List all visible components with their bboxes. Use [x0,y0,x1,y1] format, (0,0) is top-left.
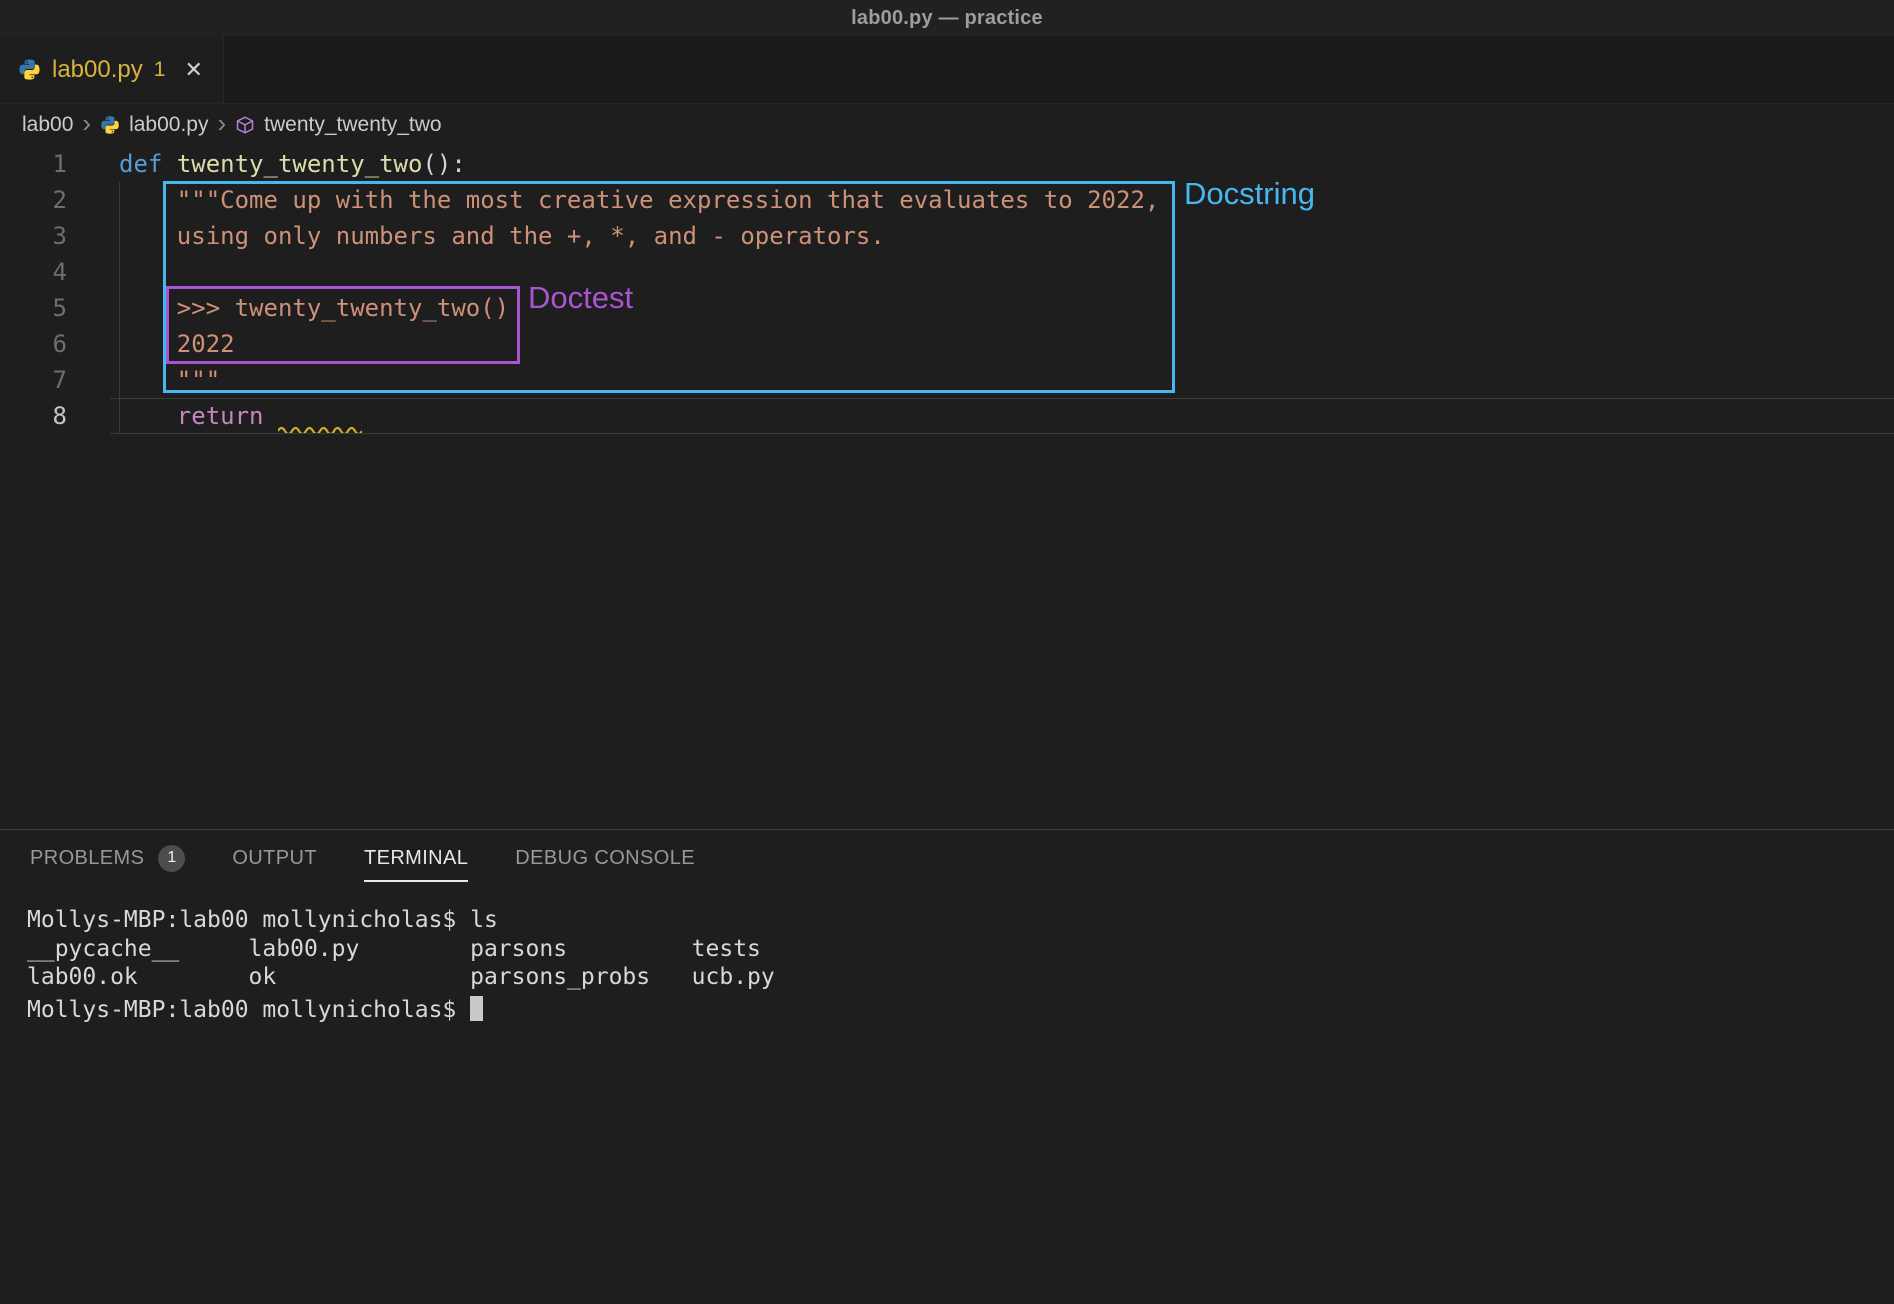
doctest-annotation-label: Doctest [528,280,633,316]
terminal[interactable]: Mollys-MBP:lab00 mollynicholas$ ls__pyca… [0,886,1894,1024]
titlebar: lab00.py — practice [0,0,1894,36]
panel-tab-bar: PROBLEMS 1 OUTPUT TERMINAL DEBUG CONSOLE [0,830,1894,886]
breadcrumb-item-lab00py[interactable]: lab00.py [129,113,208,137]
tab-lab00py[interactable]: lab00.py 1 ✕ [0,36,224,103]
window-title: lab00.py — practice [851,7,1043,30]
tab-terminal-label: TERMINAL [364,847,468,870]
problems-badge: 1 [158,845,185,872]
code-line-1[interactable]: 1def twenty_twenty_two(): [0,146,1894,182]
current-line-highlight [110,398,1894,434]
code-text: def twenty_twenty_two(): [67,146,466,182]
doctest-annotation-box [166,286,520,364]
code-token: (): [422,150,465,178]
tab-debug-console[interactable]: DEBUG CONSOLE [515,830,695,886]
tab-terminal[interactable]: TERMINAL [364,830,468,886]
symbol-cube-icon [235,115,255,135]
python-icon [18,58,41,81]
code-token [162,150,176,178]
code-text [67,254,119,290]
line-number: 4 [0,254,67,290]
terminal-output: Mollys-MBP:lab00 mollynicholas$ ls__pyca… [27,906,1894,992]
editor[interactable]: 1def twenty_twenty_two():2 """Come up wi… [0,146,1894,829]
line-number: 8 [0,398,67,434]
tab-problems[interactable]: PROBLEMS 1 [30,830,185,886]
warning-squiggle-underline [278,402,362,434]
chevron-right-icon: › [217,113,226,133]
terminal-prompt: Mollys-MBP:lab00 mollynicholas$ [27,997,470,1023]
breadcrumb-item-function[interactable]: twenty_twenty_two [264,113,441,137]
line-number: 2 [0,182,67,218]
breadcrumb-item-lab00[interactable]: lab00 [22,113,73,137]
indent-guide [119,182,120,434]
code-token: twenty_twenty_two [177,150,423,178]
tab-output[interactable]: OUTPUT [232,830,317,886]
tab-problems-label: PROBLEMS [30,847,144,870]
chevron-right-icon: › [82,113,91,133]
tab-bar: lab00.py 1 ✕ [0,36,1894,104]
terminal-line: __pycache__ lab00.py parsons tests [27,935,1894,964]
vscode-window: lab00.py — practice lab00.py 1 ✕ lab00 ›… [0,0,1894,1304]
close-icon[interactable]: ✕ [184,57,202,83]
terminal-prompt-line: Mollys-MBP:lab00 mollynicholas$ [27,992,1894,1025]
tab-debug-console-label: DEBUG CONSOLE [515,847,695,870]
line-number: 3 [0,218,67,254]
docstring-annotation-label: Docstring [1184,176,1315,212]
code-token: def [119,150,162,178]
line-number: 7 [0,362,67,398]
terminal-line: lab00.ok ok parsons_probs ucb.py [27,963,1894,992]
tab-output-label: OUTPUT [232,847,317,870]
breadcrumb: lab00 › lab00.py › twenty_twenty_two [0,104,1894,146]
line-number: 1 [0,146,67,182]
terminal-line: Mollys-MBP:lab00 mollynicholas$ ls [27,906,1894,935]
line-number: 5 [0,290,67,326]
tab-problems-count: 1 [154,58,166,82]
bottom-panel: PROBLEMS 1 OUTPUT TERMINAL DEBUG CONSOLE… [0,829,1894,1304]
tab-label: lab00.py [52,56,143,84]
terminal-cursor [470,996,483,1021]
line-number: 6 [0,326,67,362]
python-icon [100,115,120,135]
